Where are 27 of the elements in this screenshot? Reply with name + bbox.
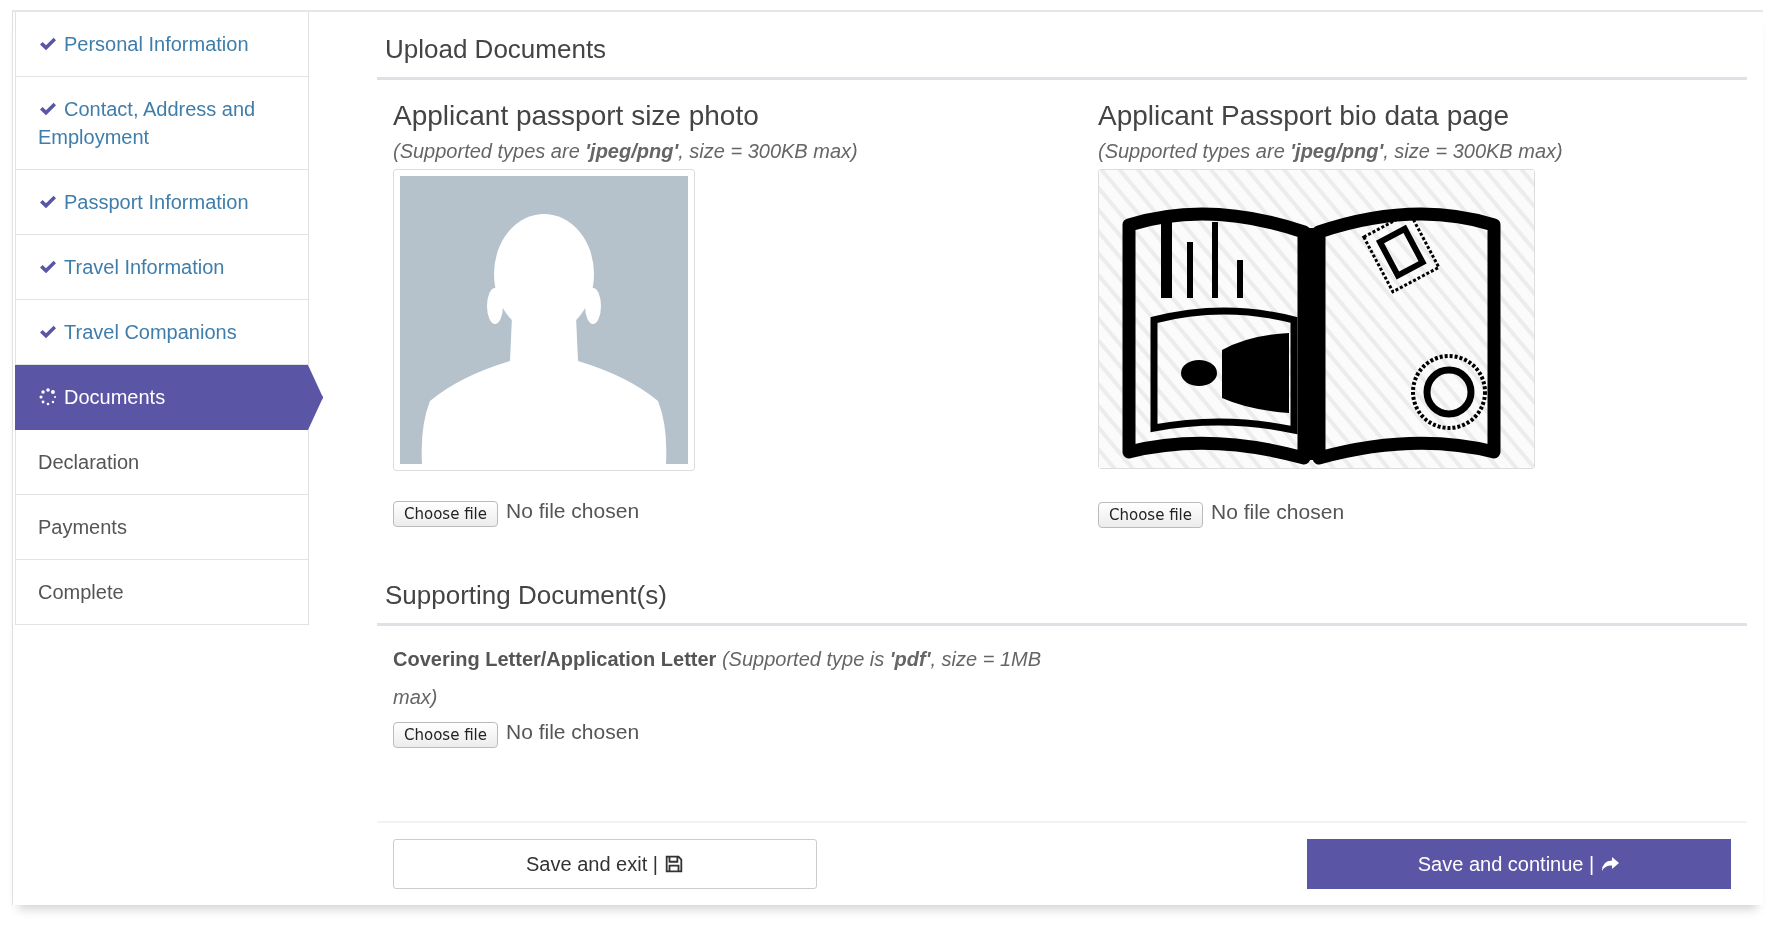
sidebar-item[interactable]: Travel Companions [15, 300, 309, 365]
choose-file-button[interactable]: Choose file [393, 501, 498, 527]
choose-file-button[interactable]: Choose file [1098, 502, 1203, 528]
sidebar-item[interactable]: Declaration [15, 430, 309, 495]
sidebar-item[interactable]: Passport Information [15, 170, 309, 235]
section-title: Supporting Document(s) [377, 558, 1747, 626]
spinner-icon [38, 387, 58, 407]
sidebar-item[interactable]: Payments [15, 495, 309, 560]
upload-title: Applicant Passport bio data page [1098, 100, 1510, 132]
file-type-hint: (Supported types are 'jpeg/png', size = 300KB max) [1098, 140, 1564, 163]
save-icon [663, 855, 684, 873]
sidebar-item[interactable]: Travel Information [15, 235, 309, 300]
sidebar-item[interactable]: Complete [15, 560, 309, 625]
forward-arrow-icon [1600, 855, 1621, 873]
save-exit-button[interactable]: Save and exit | [393, 839, 817, 889]
save-continue-button[interactable]: Save and continue | [1307, 839, 1731, 889]
file-status: No file chosen [1211, 500, 1345, 524]
sidebar-item[interactable]: Contact, Address and Employment [15, 77, 309, 170]
file-status: No file chosen [506, 499, 640, 523]
choose-file-button[interactable]: Choose file [393, 722, 498, 748]
sidebar-item[interactable]: Personal Information [15, 12, 309, 77]
section-title: Upload Documents [377, 12, 1747, 80]
upload-title: Applicant passport size photo [393, 100, 760, 132]
sidebar-item[interactable]: Documents [15, 365, 323, 430]
file-status: No file chosen [506, 720, 640, 744]
document-label: Covering Letter/Application Letter (Supported type is 'pdf', size = 1MB max) [393, 647, 1043, 710]
file-type-hint: (Supported types are 'jpeg/png', size = 300KB max) [393, 140, 859, 163]
